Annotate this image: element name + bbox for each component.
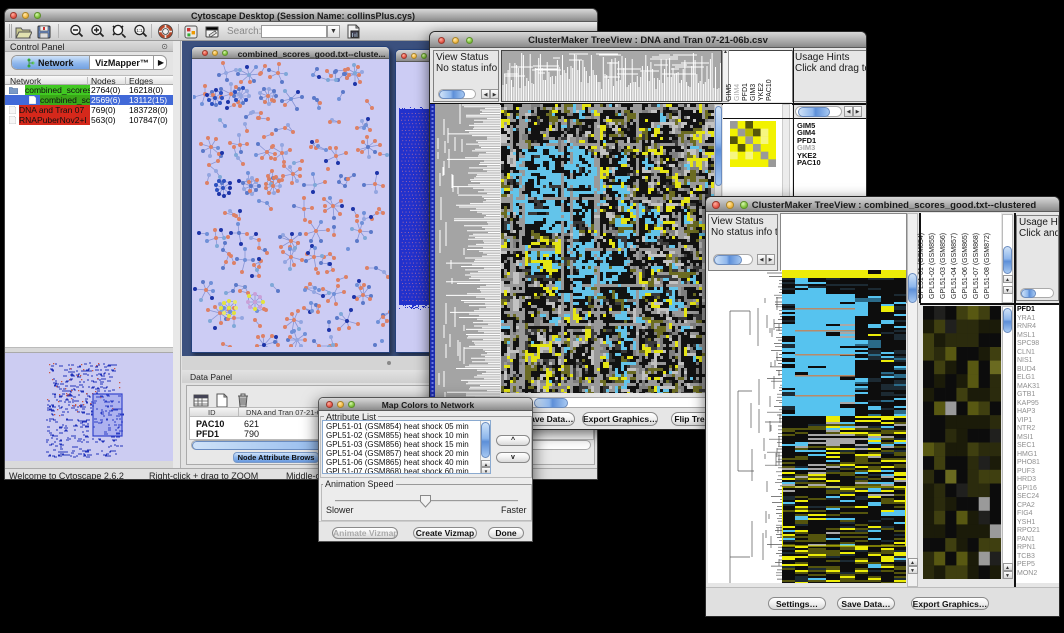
- svg-text:1:1: 1:1: [136, 28, 143, 33]
